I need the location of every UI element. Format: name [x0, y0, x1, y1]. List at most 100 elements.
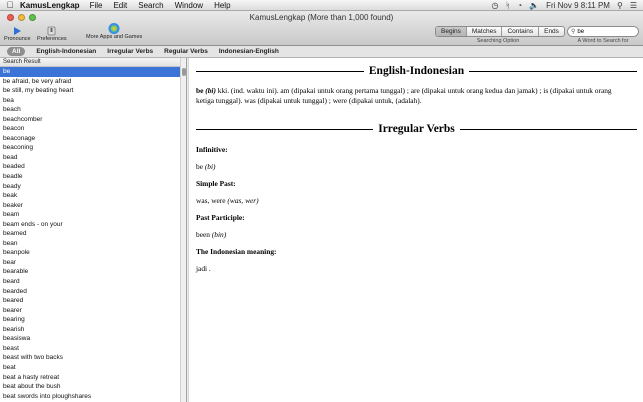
result-item[interactable]: beard	[0, 277, 181, 287]
search-result-sidebar: Search Result be be afraid, be very afrai…	[0, 58, 187, 402]
result-item[interactable]: beat swords into ploughshares	[0, 392, 181, 402]
result-item[interactable]: bear	[0, 258, 181, 268]
past-participle-word: been	[196, 230, 210, 239]
filter-all[interactable]: All	[7, 47, 26, 56]
bluetooth-icon[interactable]: ᛋ	[505, 0, 510, 11]
heading-rule	[196, 128, 374, 130]
window-toolbar: KamusLengkap (More than 1,000 found) Pro…	[0, 11, 643, 46]
result-item[interactable]: be	[0, 67, 181, 77]
menu-file[interactable]: File	[90, 1, 103, 10]
result-item[interactable]: beaconage	[0, 134, 181, 144]
filter-english-indonesian[interactable]: English-Indonesian	[36, 48, 96, 55]
result-item[interactable]: beanpole	[0, 248, 181, 258]
result-item[interactable]: beaconing	[0, 143, 181, 153]
search-result-header: Search Result	[0, 58, 181, 67]
pronounce-button[interactable]: Pronounce	[4, 25, 31, 42]
more-apps-button[interactable]: More Apps and Games	[86, 22, 143, 40]
menu-search[interactable]: Search	[138, 1, 163, 10]
search-caption: A Word to Search for	[577, 38, 629, 44]
clock-text[interactable]: Fri Nov 9 8:11 PM	[546, 0, 610, 11]
result-item[interactable]: beam	[0, 210, 181, 220]
menu-window[interactable]: Window	[175, 1, 203, 10]
filter-bar: All English-Indonesian Irregular Verbs R…	[0, 46, 643, 58]
infinitive-pronunciation: (bi)	[204, 162, 216, 171]
result-item[interactable]: bearing	[0, 315, 181, 325]
heading-rule	[196, 70, 364, 72]
definition-headword: be	[196, 86, 204, 95]
search-box[interactable]: ⚲	[567, 26, 639, 37]
result-item[interactable]: bead	[0, 153, 181, 163]
result-item[interactable]: beach	[0, 105, 181, 115]
result-item[interactable]: beak	[0, 191, 181, 201]
result-item[interactable]: beaker	[0, 201, 181, 211]
result-item[interactable]: bean	[0, 239, 181, 249]
more-apps-label: More Apps and Games	[86, 34, 143, 40]
search-option-segmented-control: Begins Matches Contains Ends	[435, 26, 565, 37]
section-title-english-indonesian: English-Indonesian	[368, 65, 465, 77]
menu-app-name[interactable]: KamusLengkap	[20, 1, 80, 10]
result-item[interactable]: bearable	[0, 267, 181, 277]
infinitive-value: be (bi)	[196, 162, 216, 171]
sidebar-scrollbar-thumb[interactable]	[182, 68, 186, 76]
filter-indonesian-english[interactable]: Indonesian-English	[219, 48, 279, 55]
menu-help[interactable]: Help	[214, 1, 230, 10]
result-item[interactable]: bea	[0, 96, 181, 106]
result-item[interactable]: be afraid, be very afraid	[0, 77, 181, 87]
definition-line-1: kki. (ind. waktu ini). am (dipakai untuk…	[215, 86, 612, 95]
result-item[interactable]: be still, my beating heart	[0, 86, 181, 96]
search-icon: ⚲	[571, 29, 576, 35]
simple-past-pronunciation: (was, wer)	[227, 196, 259, 205]
result-item[interactable]: beasiswa	[0, 334, 181, 344]
result-item[interactable]: beadle	[0, 172, 181, 182]
search-option-caption: Searching Option	[476, 38, 520, 44]
search-result-list: be be afraid, be very afraid be still, my …	[0, 67, 181, 402]
result-item[interactable]: beared	[0, 296, 181, 306]
result-item[interactable]: beat a hasty retreat	[0, 373, 181, 383]
heading-rule	[459, 128, 638, 130]
simple-past-words: was, were	[196, 196, 226, 205]
result-item[interactable]: beast	[0, 344, 181, 354]
past-participle-label: Past Participle:	[196, 213, 245, 222]
result-item[interactable]: beacon	[0, 124, 181, 134]
result-item[interactable]: beamed	[0, 229, 181, 239]
result-item[interactable]: beady	[0, 182, 181, 192]
entry-content-pane: English-Indonesian be (bi) kki. (ind. wa…	[188, 58, 643, 402]
wifi-icon[interactable]: ◔	[517, 0, 522, 11]
definition-pronunciation: (bi)	[205, 86, 216, 95]
result-item[interactable]: beast with two backs	[0, 353, 181, 363]
notification-center-icon[interactable]: ☰	[630, 0, 637, 11]
result-item[interactable]: bearish	[0, 325, 181, 335]
option-matches[interactable]: Matches	[467, 27, 503, 36]
result-item[interactable]: bearded	[0, 287, 181, 297]
indonesian-meaning-label: The Indonesian meaning:	[196, 247, 277, 256]
time-machine-icon[interactable]: ◷	[491, 0, 498, 11]
pronounce-label: Pronounce	[4, 36, 31, 42]
menu-edit[interactable]: Edit	[113, 1, 127, 10]
menu-bar:  KamusLengkap File Edit Search Window H…	[0, 0, 643, 11]
search-input[interactable]	[577, 27, 636, 36]
indonesian-meaning-value: jadi .	[196, 264, 211, 273]
option-begins[interactable]: Begins	[436, 27, 467, 36]
volume-icon[interactable]: 🔈	[529, 0, 539, 11]
result-item[interactable]: beat	[0, 363, 181, 373]
result-item[interactable]: beam ends - on your	[0, 220, 181, 230]
app-store-icon	[108, 22, 120, 35]
option-contains[interactable]: Contains	[502, 27, 540, 36]
result-item[interactable]: beachcomber	[0, 115, 181, 125]
result-item[interactable]: beaded	[0, 162, 181, 172]
sidebar-scrollbar[interactable]	[180, 58, 186, 402]
preferences-button[interactable]: Preferences	[37, 25, 67, 42]
preferences-label: Preferences	[37, 36, 67, 42]
simple-past-value: was, were (was, wer)	[196, 196, 259, 205]
english-indonesian-heading: English-Indonesian	[196, 65, 637, 77]
apple-icon[interactable]: 	[0, 0, 20, 11]
past-participle-value: been (bin)	[196, 230, 226, 239]
result-item[interactable]: beat about the bush	[0, 382, 181, 392]
option-ends[interactable]: Ends	[539, 27, 564, 36]
filter-regular-verbs[interactable]: Regular Verbs	[164, 48, 208, 55]
filter-irregular-verbs[interactable]: Irregular Verbs	[107, 48, 153, 55]
infinitive-word: be	[196, 162, 203, 171]
section-title-irregular-verbs: Irregular Verbs	[378, 123, 455, 135]
spotlight-icon[interactable]: ⚲	[617, 0, 623, 11]
result-item[interactable]: bearer	[0, 306, 181, 316]
